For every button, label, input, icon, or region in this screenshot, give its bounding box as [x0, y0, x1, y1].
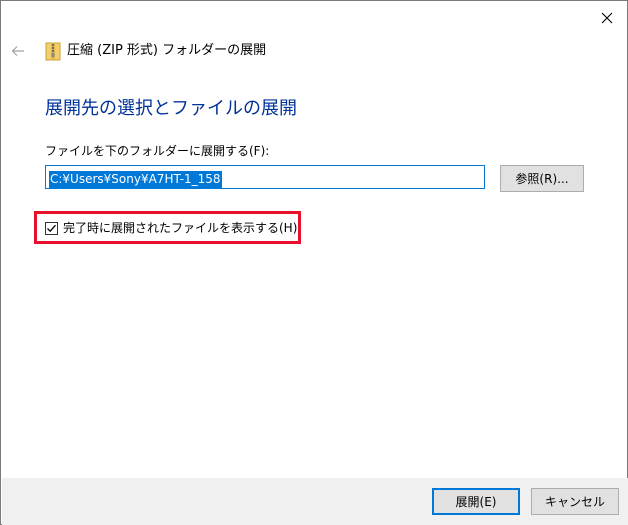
zip-folder-icon	[45, 42, 61, 61]
close-icon	[601, 12, 613, 24]
destination-label-text: ファイルを下のフォルダーに展開する(F):	[45, 144, 270, 158]
back-arrow-icon	[11, 46, 24, 56]
destination-path-value: C:¥Users¥Sony¥A7HT-1_158	[49, 171, 222, 188]
cancel-button-label: キャンセル	[544, 495, 605, 509]
close-button[interactable]	[594, 7, 620, 29]
page-heading: 展開先の選択とファイルの展開	[45, 98, 297, 119]
cancel-button[interactable]: キャンセル	[531, 488, 619, 515]
destination-path-input[interactable]: C:¥Users¥Sony¥A7HT-1_158	[45, 165, 485, 189]
extract-wizard-window: 圧縮 (ZIP 形式) フォルダーの展開 展開先の選択とファイルの展開 ファイル…	[0, 0, 628, 525]
extract-button[interactable]: 展開(E)	[432, 488, 520, 515]
window-title: 圧縮 (ZIP 形式) フォルダーの展開	[67, 43, 267, 58]
show-files-checkbox[interactable]	[45, 222, 58, 235]
destination-label: ファイルを下のフォルダーに展開する(F):	[45, 143, 269, 159]
extract-button-label: 展開(E)	[455, 495, 497, 509]
browse-button[interactable]: 参照(R)...	[500, 165, 584, 192]
browse-button-label: 参照(R)...	[515, 172, 569, 186]
back-button[interactable]	[7, 41, 29, 61]
show-files-label[interactable]: 完了時に展開されたファイルを表示する(H)	[63, 220, 297, 236]
checkmark-icon	[47, 224, 56, 233]
